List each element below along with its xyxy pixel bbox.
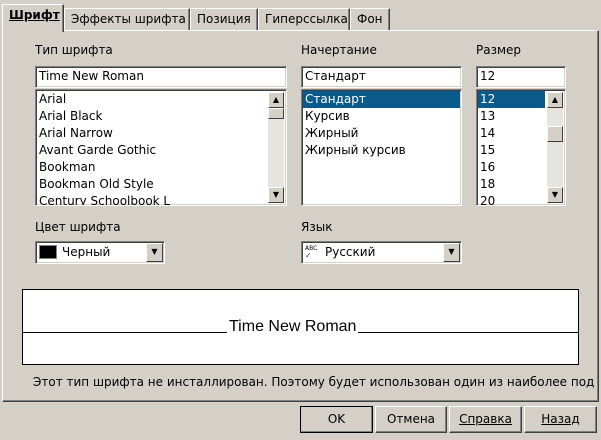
scroll-thumb[interactable] bbox=[547, 126, 563, 142]
size-list[interactable]: 12 13 14 15 16 18 20 ▲ ▼ bbox=[476, 89, 566, 206]
list-item[interactable]: Жирный курсив bbox=[303, 142, 460, 159]
list-item[interactable]: Arial Black bbox=[37, 108, 266, 125]
list-item[interactable]: 14 bbox=[478, 125, 545, 142]
list-item[interactable]: Arial Narrow bbox=[37, 125, 266, 142]
list-item[interactable]: Bookman Old Style bbox=[37, 176, 266, 193]
size-label: Размер bbox=[476, 43, 522, 57]
size-scrollbar[interactable]: ▲ ▼ bbox=[547, 92, 563, 203]
list-item[interactable]: Avant Garde Gothic bbox=[37, 142, 266, 159]
chevron-down-icon[interactable]: ▼ bbox=[443, 243, 460, 262]
list-item[interactable]: Arial bbox=[37, 91, 266, 108]
list-item[interactable]: Century Schoolbook L bbox=[37, 193, 266, 205]
list-item[interactable]: 13 bbox=[478, 108, 545, 125]
scroll-thumb[interactable] bbox=[268, 108, 284, 119]
scroll-up-arrow-icon[interactable]: ▲ bbox=[268, 92, 284, 108]
chevron-down-icon[interactable]: ▼ bbox=[146, 243, 163, 262]
list-item[interactable]: 18 bbox=[478, 176, 545, 193]
scroll-down-arrow-icon[interactable]: ▼ bbox=[268, 187, 284, 203]
size-input[interactable]: 12 bbox=[476, 66, 566, 88]
info-text: Этот тип шрифта не инсталлирован. Поэтом… bbox=[33, 375, 595, 389]
ok-button[interactable]: OK bbox=[300, 406, 373, 433]
font-family-list[interactable]: Arial Arial Black Arial Narrow Avant Garde … bbox=[35, 89, 287, 206]
font-preview: Time New Roman bbox=[22, 289, 579, 365]
cancel-button[interactable]: Отмена bbox=[375, 406, 447, 433]
scroll-down-arrow-icon[interactable]: ▼ bbox=[547, 187, 563, 203]
typeface-label: Начертание bbox=[301, 43, 377, 57]
typeface-list[interactable]: Стандарт Курсив Жирный Жирный курсив bbox=[301, 89, 462, 206]
font-family-input[interactable]: Time New Roman bbox=[35, 66, 287, 88]
color-swatch bbox=[39, 245, 57, 259]
help-button[interactable]: Справка bbox=[449, 406, 522, 433]
back-button[interactable]: Назад bbox=[524, 406, 597, 433]
list-item[interactable]: Стандарт bbox=[303, 91, 460, 108]
list-item[interactable]: Жирный bbox=[303, 125, 460, 142]
spellcheck-icon: ABC ✓ bbox=[305, 245, 318, 260]
scroll-up-arrow-icon[interactable]: ▲ bbox=[547, 92, 563, 108]
typeface-input[interactable]: Стандарт bbox=[301, 66, 462, 88]
language-select[interactable]: ABC ✓ Русский ▼ bbox=[301, 241, 462, 264]
list-item[interactable]: 16 bbox=[478, 159, 545, 176]
list-item[interactable]: 15 bbox=[478, 142, 545, 159]
font-color-label: Цвет шрифта bbox=[35, 220, 121, 234]
font-color-select[interactable]: Черный ▼ bbox=[35, 241, 165, 264]
list-item[interactable]: 20 bbox=[478, 193, 545, 205]
preview-text: Time New Roman bbox=[227, 318, 359, 336]
list-item[interactable]: Bookman bbox=[37, 159, 266, 176]
font-family-scrollbar[interactable]: ▲ ▼ bbox=[268, 92, 284, 203]
language-label: Язык bbox=[301, 220, 333, 234]
list-item[interactable]: Курсив bbox=[303, 108, 460, 125]
list-item[interactable]: 12 bbox=[478, 91, 545, 108]
font-family-label: Тип шрифта bbox=[35, 43, 113, 57]
